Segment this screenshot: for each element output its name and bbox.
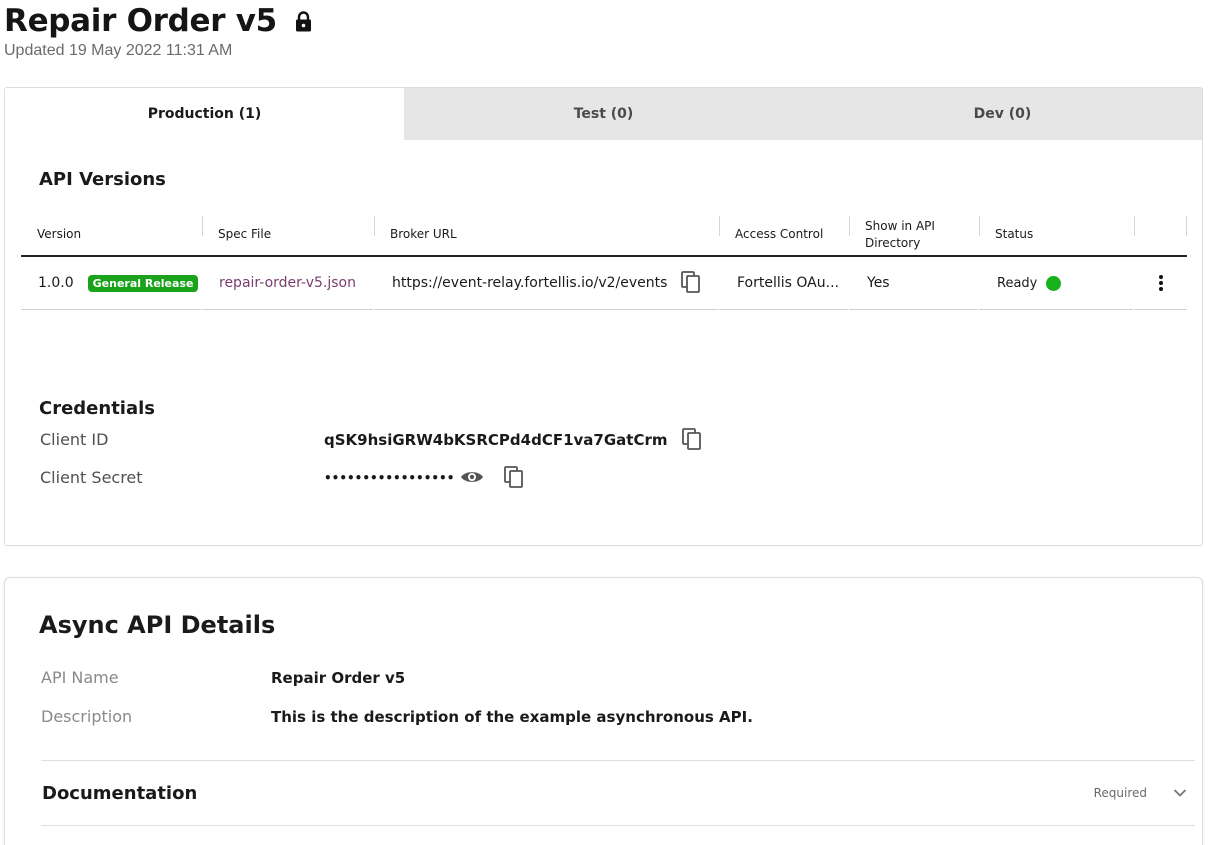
status-cell: Ready bbox=[979, 257, 1133, 310]
client-secret-value: ••••••••••••••••• bbox=[324, 471, 455, 485]
async-api-details-card: Async API Details API Name Repair Order … bbox=[4, 577, 1203, 845]
actions-cell bbox=[1134, 257, 1187, 310]
column-header-broker-url[interactable]: Broker URL bbox=[374, 212, 719, 257]
status-text: Ready bbox=[997, 275, 1038, 291]
client-secret-label: Client Secret bbox=[40, 468, 143, 487]
column-header-version[interactable]: Version bbox=[21, 212, 202, 257]
description-label: Description bbox=[41, 707, 133, 726]
table-row: 1.0.0 General Release repair-order-v5.js… bbox=[21, 257, 1187, 310]
api-versions-table: Version Spec File Broker URL Access Cont… bbox=[21, 212, 1187, 310]
tab-production[interactable]: Production (1) bbox=[5, 88, 404, 140]
spec-file-cell: repair-order-v5.json bbox=[202, 257, 373, 310]
copy-icon[interactable] bbox=[681, 428, 704, 452]
environment-tabs: Production (1) Test (0) Dev (0) bbox=[5, 88, 1202, 140]
column-header-access-control[interactable]: Access Control bbox=[719, 212, 849, 257]
broker-url-cell: https://event-relay.fortellis.io/v2/even… bbox=[374, 257, 718, 310]
access-control-cell: Fortellis OAu... bbox=[719, 257, 848, 310]
release-badge: General Release bbox=[87, 274, 199, 292]
environment-card: Production (1) Test (0) Dev (0) API Vers… bbox=[4, 87, 1203, 546]
tab-test[interactable]: Test (0) bbox=[404, 88, 803, 140]
required-label: Required bbox=[1093, 786, 1147, 800]
client-secret-row: ••••••••••••••••• bbox=[324, 465, 526, 491]
more-options-icon[interactable] bbox=[1155, 273, 1167, 293]
api-name-value: Repair Order v5 bbox=[271, 669, 406, 687]
show-in-directory-cell: Yes bbox=[849, 257, 978, 310]
table-header: Version Spec File Broker URL Access Cont… bbox=[21, 212, 1187, 257]
client-id-value: qSK9hsiGRW4bKSRCPd4dCF1va7GatCrm bbox=[324, 431, 668, 449]
api-name-label: API Name bbox=[41, 668, 119, 687]
broker-url: https://event-relay.fortellis.io/v2/even… bbox=[392, 275, 668, 291]
credentials-title: Credentials bbox=[39, 398, 156, 419]
column-header-status[interactable]: Status bbox=[979, 212, 1134, 257]
client-id-row: qSK9hsiGRW4bKSRCPd4dCF1va7GatCrm bbox=[324, 427, 704, 453]
version-cell: 1.0.0 General Release bbox=[21, 257, 201, 310]
page-title: Repair Order v5 bbox=[4, 3, 277, 39]
column-divider bbox=[1134, 216, 1135, 236]
api-versions-title: API Versions bbox=[39, 169, 166, 190]
description-value: This is the description of the example a… bbox=[271, 708, 753, 726]
copy-icon[interactable] bbox=[504, 466, 526, 490]
page-header: Repair Order v5 bbox=[4, 0, 315, 42]
version-number: 1.0.0 bbox=[38, 275, 74, 291]
details-title: Async API Details bbox=[39, 611, 276, 639]
status-indicator bbox=[1046, 275, 1062, 291]
lock-icon bbox=[295, 9, 315, 33]
column-header-spec-file[interactable]: Spec File bbox=[202, 212, 374, 257]
access-control-value: Fortellis OAu... bbox=[737, 275, 839, 291]
documentation-accordion[interactable]: Documentation Required bbox=[41, 760, 1195, 826]
tab-dev[interactable]: Dev (0) bbox=[803, 88, 1202, 140]
column-divider bbox=[1186, 216, 1187, 236]
eye-icon[interactable] bbox=[460, 466, 486, 490]
documentation-title: Documentation bbox=[42, 782, 198, 804]
chevron-down-icon[interactable] bbox=[1173, 788, 1187, 798]
column-header-show-in-directory[interactable]: Show in API Directory bbox=[849, 212, 979, 257]
updated-timestamp: Updated 19 May 2022 11:31 AM bbox=[4, 42, 233, 59]
client-id-label: Client ID bbox=[40, 430, 109, 449]
show-in-directory-value: Yes bbox=[867, 275, 890, 291]
copy-icon[interactable] bbox=[681, 271, 703, 295]
spec-file-link[interactable]: repair-order-v5.json bbox=[219, 275, 356, 291]
